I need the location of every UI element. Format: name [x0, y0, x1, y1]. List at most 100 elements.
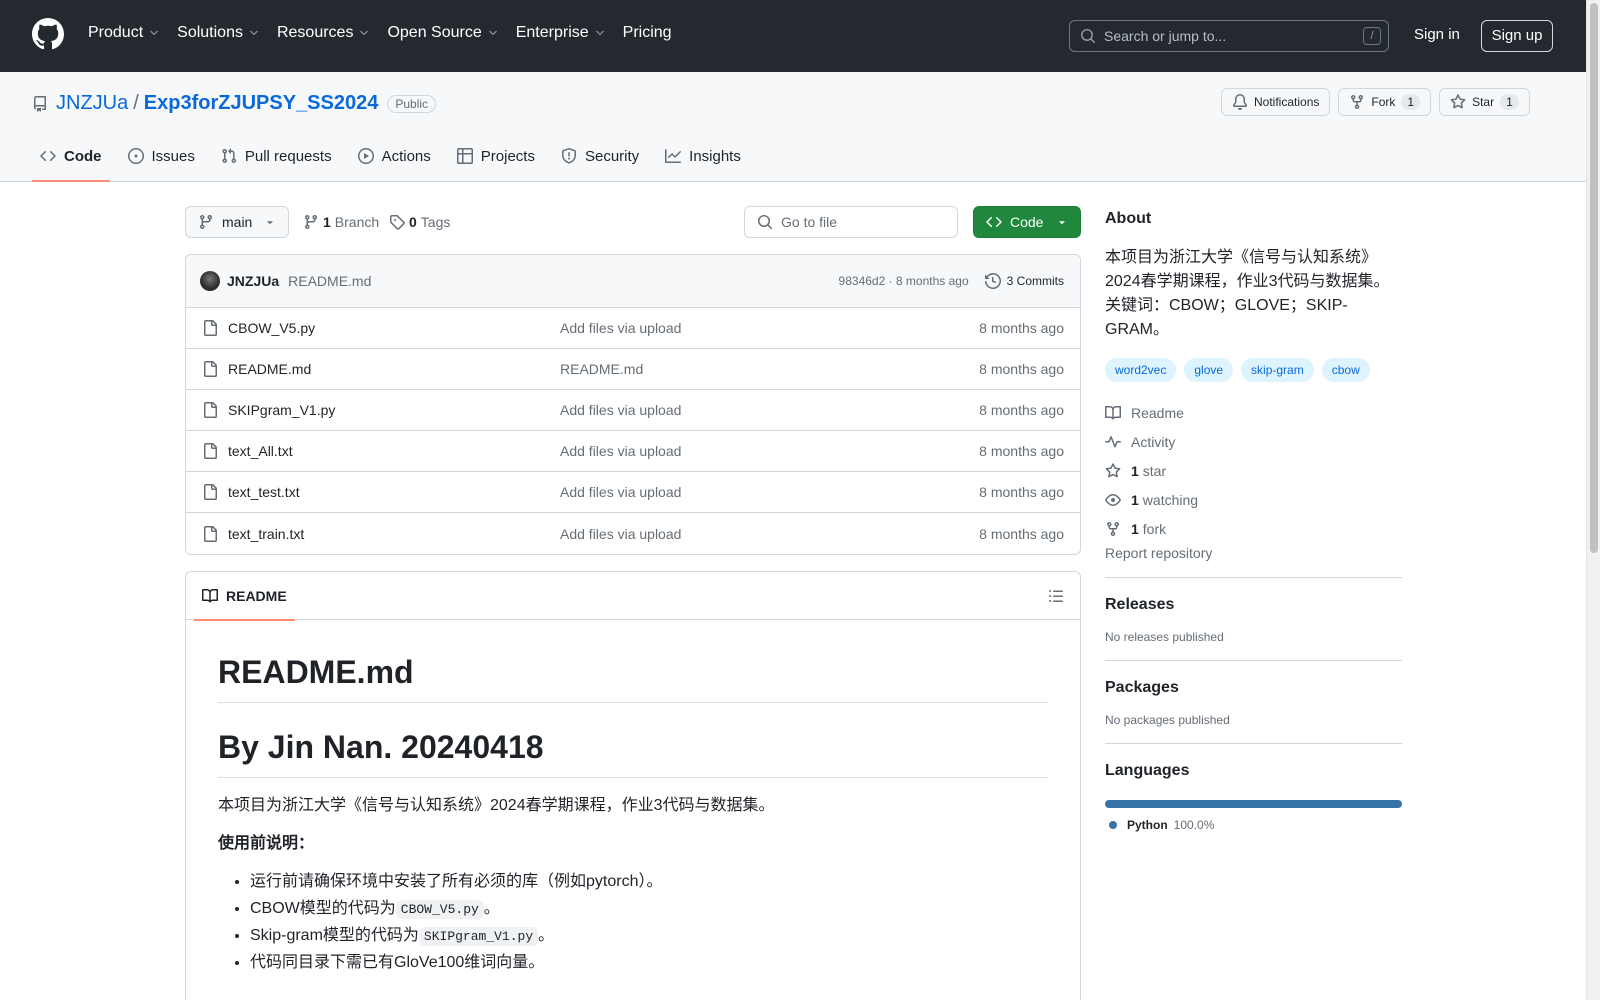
table-row[interactable]: CBOW_V5.py Add files via upload 8 months… [186, 308, 1080, 349]
nav-product[interactable]: Product [88, 24, 160, 42]
nav-enterprise[interactable]: Enterprise [516, 24, 606, 42]
table-row[interactable]: text_test.txt Add files via upload 8 mon… [186, 472, 1080, 513]
branch-icon [199, 215, 212, 230]
page-scrollbar[interactable] [1586, 0, 1600, 1000]
file-name-link[interactable]: text_train.txt [228, 526, 560, 542]
branch-select-button[interactable]: main [185, 206, 289, 238]
branch-name: main [222, 214, 253, 230]
book-icon [202, 588, 218, 603]
file-commit-time: 8 months ago [979, 484, 1064, 500]
tab-actions[interactable]: Actions [350, 132, 439, 180]
file-commit-message[interactable]: Add files via upload [560, 443, 681, 459]
nav-resources[interactable]: Resources [277, 24, 370, 42]
tags-link[interactable]: 0 Tags [389, 214, 450, 230]
file-commit-message[interactable]: Add files via upload [560, 484, 681, 500]
file-commit-message[interactable]: Add files via upload [560, 320, 681, 336]
file-commit-message[interactable]: README.md [560, 361, 643, 377]
star-icon [1105, 462, 1121, 477]
readme-intro: 本项目为浙江大学《信号与认知系统》2024春学期课程，作业3代码与数据集。 [218, 797, 775, 814]
sign-in-link[interactable]: Sign in [1414, 26, 1460, 43]
readme-tab[interactable]: README [194, 572, 295, 621]
report-repository-link[interactable]: Report repository [1105, 545, 1402, 561]
topic-tag[interactable]: word2vec [1105, 358, 1177, 382]
list-item: CBOW模型的代码为CBOW_V5.py。 [250, 897, 1048, 921]
play-circle-icon [357, 148, 374, 164]
file-commit-time: 8 months ago [979, 320, 1064, 336]
repo-header: JNZJUa / Exp3forZJUPSY_SS2024 Public Not… [0, 72, 1586, 182]
nav-open-source[interactable]: Open Source [387, 24, 498, 42]
repo-owner-link[interactable]: JNZJUa [56, 92, 128, 115]
github-logo-icon[interactable] [32, 18, 64, 50]
about-title: About [1105, 210, 1152, 227]
stars-link[interactable]: 1 star [1105, 456, 1402, 485]
file-name-link[interactable]: CBOW_V5.py [228, 320, 560, 336]
pull-request-icon [222, 148, 236, 164]
releases-title[interactable]: Releases [1105, 596, 1402, 614]
notifications-button[interactable]: Notifications [1221, 88, 1331, 116]
table-row[interactable]: SKIPgram_V1.py Add files via upload 8 mo… [186, 390, 1080, 431]
fork-button[interactable]: Fork 1 [1338, 88, 1432, 116]
sign-up-button[interactable]: Sign up [1481, 20, 1553, 52]
topic-tag[interactable]: skip-gram [1241, 358, 1314, 382]
scrollbar-thumb[interactable] [1590, 3, 1598, 553]
star-icon [1450, 94, 1466, 109]
fork-icon [1107, 521, 1119, 536]
file-commit-time: 8 months ago [979, 525, 1064, 542]
commit-message[interactable]: README.md [288, 273, 371, 289]
file-commit-message[interactable]: Add files via upload [560, 526, 681, 542]
tab-insights[interactable]: Insights [657, 132, 749, 180]
inline-code: SKIPgram_V1.py [418, 927, 539, 946]
readme-usage-list: 运行前请确保环境中安装了所有必须的库（例如pytorch）。 CBOW模型的代码… [218, 870, 1048, 975]
table-row[interactable]: text_train.txt Add files via upload 8 mo… [186, 513, 1080, 554]
star-button[interactable]: Star 1 [1439, 88, 1530, 116]
nav-pricing[interactable]: Pricing [623, 24, 672, 42]
tab-pull-requests[interactable]: Pull requests [213, 132, 340, 180]
file-name-link[interactable]: text_All.txt [228, 443, 560, 459]
file-name-link[interactable]: README.md [228, 361, 560, 377]
tab-issues[interactable]: Issues [120, 132, 203, 180]
readme-subheading: By Jin Nan. 20240418 [218, 703, 1048, 778]
file-icon [204, 361, 217, 377]
file-name-link[interactable]: SKIPgram_V1.py [228, 402, 560, 418]
topic-tag[interactable]: cbow [1321, 358, 1370, 382]
repo-title: JNZJUa / Exp3forZJUPSY_SS2024 Public [32, 92, 437, 115]
table-row[interactable]: text_All.txt Add files via upload 8 mont… [186, 431, 1080, 472]
search-input[interactable]: Search or jump to... / [1069, 20, 1389, 52]
branches-link[interactable]: 1 Branch [303, 214, 379, 230]
file-name-link[interactable]: text_test.txt [228, 484, 560, 500]
commit-author[interactable]: JNZJUa [227, 273, 279, 289]
go-to-file-input[interactable]: Go to file [744, 206, 958, 238]
list-unordered-icon[interactable] [1048, 588, 1064, 604]
tab-code[interactable]: Code [32, 132, 110, 182]
activity-link[interactable]: Activity [1105, 427, 1402, 456]
repo-sidebar: About 本项目为浙江大学《信号与认知系统》2024春学期课程，作业3代码与数… [1105, 210, 1402, 832]
tab-security[interactable]: Security [553, 132, 647, 180]
file-commit-time: 8 months ago [979, 443, 1064, 459]
repo-actions: Notifications Fork 1 Star 1 [1221, 88, 1530, 116]
chevron-down-icon [150, 30, 158, 36]
visibility-badge: Public [387, 94, 437, 113]
code-download-button[interactable]: Code [973, 206, 1081, 238]
nav-solutions[interactable]: Solutions [177, 24, 260, 42]
topic-tag[interactable]: glove [1184, 358, 1234, 382]
table-row[interactable]: README.md README.md 8 months ago [186, 349, 1080, 390]
tab-projects[interactable]: Projects [449, 132, 543, 180]
packages-section: Packages No packages published [1105, 660, 1402, 727]
fork-icon [1351, 95, 1364, 110]
repo-name-link[interactable]: Exp3forZJUPSY_SS2024 [144, 92, 379, 115]
file-commit-message[interactable]: Add files via upload [560, 402, 681, 418]
watchers-link[interactable]: 1 watching [1105, 485, 1402, 514]
packages-title[interactable]: Packages [1105, 679, 1402, 697]
avatar[interactable] [200, 271, 220, 291]
book-icon [1105, 405, 1121, 419]
readme-link[interactable]: Readme [1105, 398, 1402, 427]
commits-history-link[interactable]: 3 Commits [984, 273, 1064, 289]
readme-panel: README README.md By Jin Nan. 20240418 本项… [185, 571, 1081, 1000]
repo-path-separator: / [133, 92, 139, 114]
readme-content: README.md By Jin Nan. 20240418 本项目为浙江大学《… [186, 620, 1080, 975]
file-commit-time: 8 months ago [979, 402, 1064, 418]
forks-link[interactable]: 1 fork [1105, 514, 1402, 543]
language-item[interactable]: Python 100.0% [1105, 818, 1402, 832]
chevron-down-icon [595, 30, 604, 36]
readme-heading: README.md [218, 620, 1048, 703]
